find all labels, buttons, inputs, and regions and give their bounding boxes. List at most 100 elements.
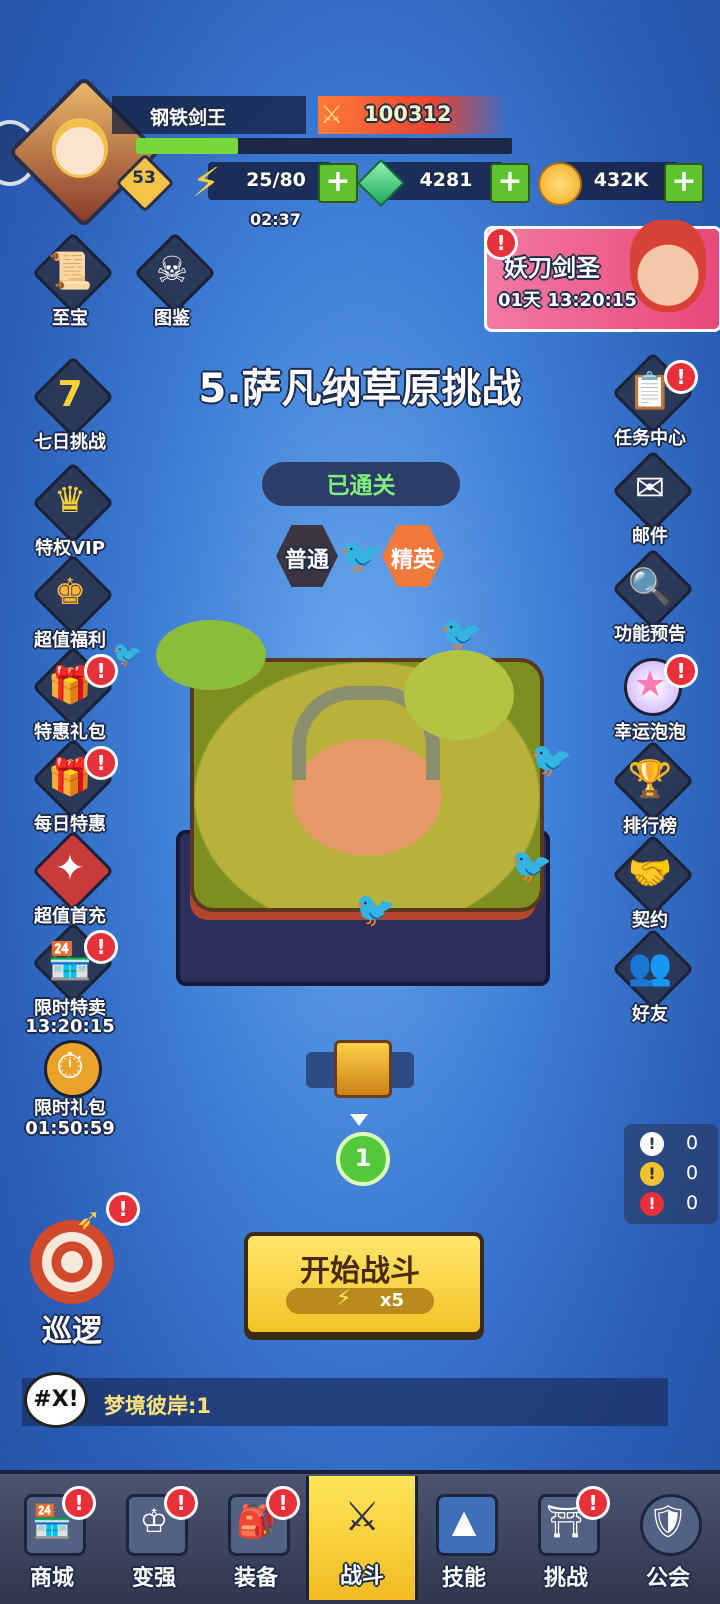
add-gold-button[interactable]: +	[664, 163, 704, 203]
add-gems-button[interactable]: +	[490, 163, 530, 203]
menu-friends[interactable]: 👥 好友	[604, 927, 695, 1026]
handshake-glyph: 🤝	[627, 853, 673, 894]
crown-glyph: ♛	[53, 480, 87, 521]
stage-title: 5.萨凡纳草原挑战	[198, 366, 522, 412]
nav-label: 技能	[441, 1566, 486, 1591]
xp-bar-fill	[136, 138, 238, 154]
skull-glyph: ☠	[155, 250, 189, 291]
nav-upgrade[interactable]: ♔ 变强 !	[104, 1478, 204, 1598]
chat-message: 梦境彼岸:1	[104, 1394, 212, 1418]
menu-feature-preview[interactable]: 🔍 功能预告	[604, 547, 695, 646]
combat-power-value: 100312	[364, 102, 452, 126]
arrows-icon: ➶	[76, 1202, 102, 1237]
energy-value: 25/80	[246, 169, 306, 191]
nav-label: 公会	[645, 1566, 690, 1591]
progress-step: 1	[336, 1132, 390, 1186]
nav-guild[interactable]: 🛡 公会	[618, 1478, 718, 1598]
crow-icon: 🐦	[354, 890, 397, 930]
avatar[interactable]	[52, 118, 108, 178]
target-icon[interactable]	[30, 1220, 114, 1304]
start-battle-label: 开始战斗	[300, 1254, 420, 1289]
nav-battle[interactable]: ⚔ 战斗	[306, 1476, 418, 1600]
menu-label: 幸运泡泡	[614, 722, 686, 743]
menu-label: 功能预告	[614, 624, 686, 645]
energy-timer: 02:37	[250, 210, 301, 229]
nav-label: 装备	[233, 1566, 278, 1591]
alert-count: 0	[686, 1192, 699, 1214]
nav-label: 挑战	[543, 1566, 588, 1591]
tree-right	[404, 650, 514, 740]
menu-label: 好友	[632, 1004, 668, 1025]
menu-leaderboard[interactable]: 🏆 排行榜	[604, 739, 695, 838]
menu-flash-sale[interactable]: 🏪 限时特卖 13:20:15 !	[24, 921, 118, 1037]
alert-badge: !	[664, 654, 698, 688]
nav-label: 商城	[29, 1566, 74, 1591]
menu-limited-pack[interactable]: ⏱ 限时礼包 01:50:59	[24, 1036, 115, 1139]
mode-normal-label: 普通	[284, 548, 329, 573]
player-name: 钢铁剑王	[150, 107, 227, 129]
player-level: 53	[132, 168, 156, 188]
gold-value: 432K	[593, 169, 649, 191]
nav-equipment[interactable]: 🎒 装备 !	[206, 1478, 306, 1598]
progress-pointer	[350, 1114, 368, 1126]
nav-shop[interactable]: 🏪 商城 !	[2, 1478, 102, 1598]
lightning-icon: ⚡	[192, 160, 221, 206]
chat-bubble-icon[interactable]: #X!	[24, 1372, 88, 1428]
crow-icon: 🐦	[440, 614, 483, 654]
nav-label: 战斗	[339, 1564, 384, 1589]
stopwatch-glyph: ⏱	[55, 1046, 85, 1087]
menu-vip[interactable]: ♛ 特权VIP	[24, 461, 115, 560]
menu-label: 契约	[632, 910, 668, 931]
energy-cost: x5	[379, 1290, 405, 1311]
mail-glyph: ✉	[634, 468, 666, 509]
warning-icon: !	[640, 1162, 664, 1186]
info-count: 0	[686, 1132, 699, 1154]
flash-sale-timer: 13:20:15	[25, 1016, 115, 1037]
guild-glyph: 🛡	[647, 1502, 689, 1540]
stage-status: 已通关	[326, 473, 396, 499]
menu-mail[interactable]: ✉ 邮件	[604, 449, 695, 548]
menu-first-recharge[interactable]: ✦ 超值首充	[24, 829, 115, 928]
crow-icon: 🐦	[112, 640, 142, 668]
menu-label: 至宝	[52, 308, 88, 329]
menu-special-pack[interactable]: 🎁 特惠礼包 !	[24, 645, 118, 744]
sparkle-glyph: ✦	[54, 848, 86, 889]
crow-icon: 🐦	[510, 846, 553, 886]
spellbook-glyph: ▲	[451, 1502, 477, 1540]
crossed-swords-icon: ⚔	[320, 100, 344, 130]
alert-badge: !	[576, 1486, 610, 1520]
nav-challenge[interactable]: ⛩ 挑战 !	[516, 1478, 616, 1598]
event-countdown: 01天 13:20:15	[498, 290, 637, 311]
nav-label: 变强	[131, 1566, 176, 1591]
mode-elite-label: 精英	[390, 548, 435, 573]
crow-icon: 🐦	[530, 740, 573, 780]
alert-badge: !	[84, 930, 118, 964]
alert-badge: !	[164, 1486, 198, 1520]
alert-badge: !	[84, 746, 118, 780]
alert-badge: !	[62, 1486, 96, 1520]
menu-label: 七日挑战	[34, 432, 106, 453]
nav-skills[interactable]: ▲ 技能	[414, 1478, 514, 1598]
scroll-glyph: 📜	[47, 251, 93, 292]
menu-label: 任务中心	[614, 428, 686, 449]
warning-count: 0	[686, 1162, 699, 1184]
friends-glyph: 👥	[627, 947, 673, 988]
menu-daily-deal[interactable]: 🎁 每日特惠 !	[24, 737, 118, 836]
gold-coin-icon	[538, 162, 582, 206]
menu-label: 排行榜	[623, 816, 677, 837]
event-alert-badge: !	[484, 226, 518, 260]
menu-treasure[interactable]: 📜 至宝	[24, 231, 115, 330]
info-icon: !	[640, 1132, 664, 1156]
menu-lucky-bubble[interactable]: ★ 幸运泡泡 !	[604, 654, 698, 744]
menu-label: 邮件	[632, 526, 668, 547]
chest-glyph: ♚	[53, 572, 87, 613]
alert-badge: !	[266, 1486, 300, 1520]
menu-value-welfare[interactable]: ♚ 超值福利	[24, 553, 115, 652]
crow-icon: 🐦	[340, 536, 383, 576]
menu-contract[interactable]: 🤝 契约	[604, 833, 695, 932]
patrol-alert-badge: !	[106, 1192, 140, 1226]
status-counters	[624, 1124, 718, 1224]
add-energy-button[interactable]: +	[318, 163, 358, 203]
treasure-chest-icon[interactable]	[334, 1040, 392, 1098]
menu-codex[interactable]: ☠ 图鉴	[126, 231, 217, 330]
